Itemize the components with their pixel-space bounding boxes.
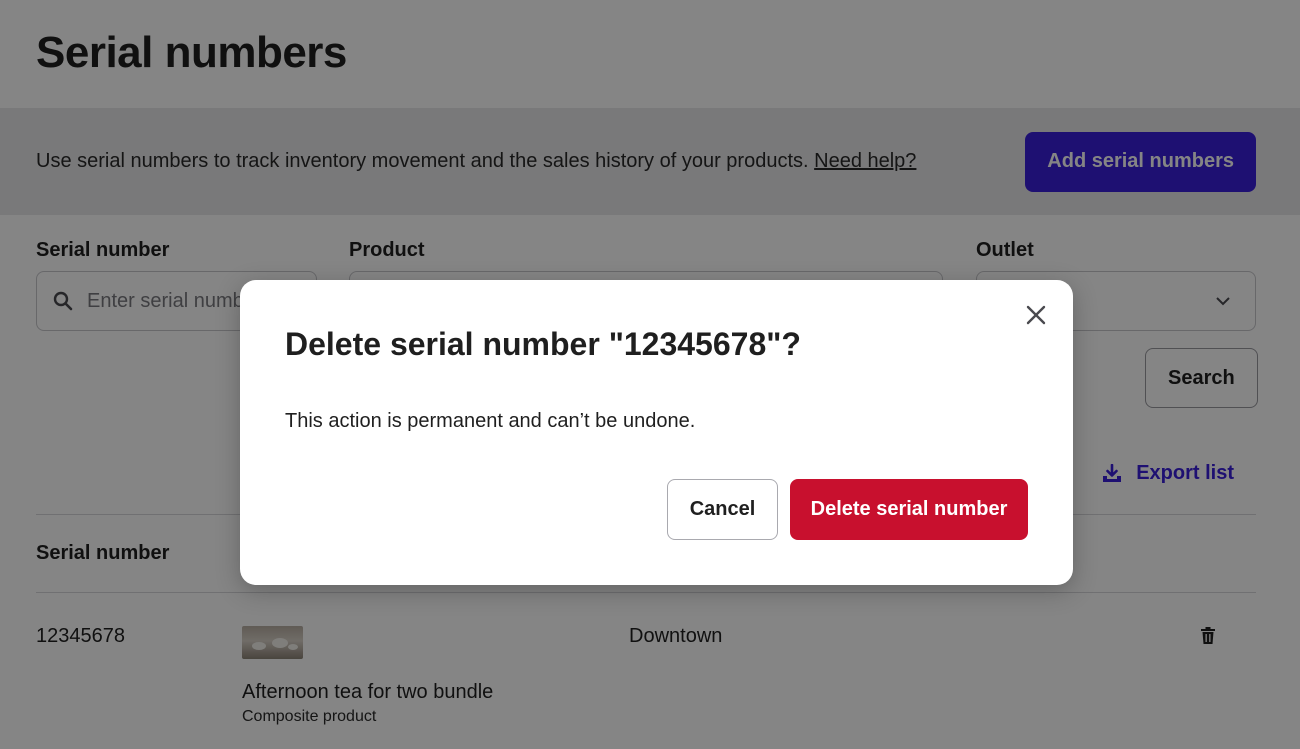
cancel-button[interactable]: Cancel — [667, 479, 778, 540]
close-icon — [1026, 305, 1046, 325]
dialog-title: Delete serial number "12345678"? — [285, 326, 801, 362]
close-button[interactable] — [1021, 300, 1051, 330]
delete-confirmation-dialog: Delete serial number "12345678"? This ac… — [240, 280, 1073, 585]
dialog-message: This action is permanent and can’t be un… — [285, 410, 696, 432]
delete-serial-number-button[interactable]: Delete serial number — [790, 479, 1028, 540]
